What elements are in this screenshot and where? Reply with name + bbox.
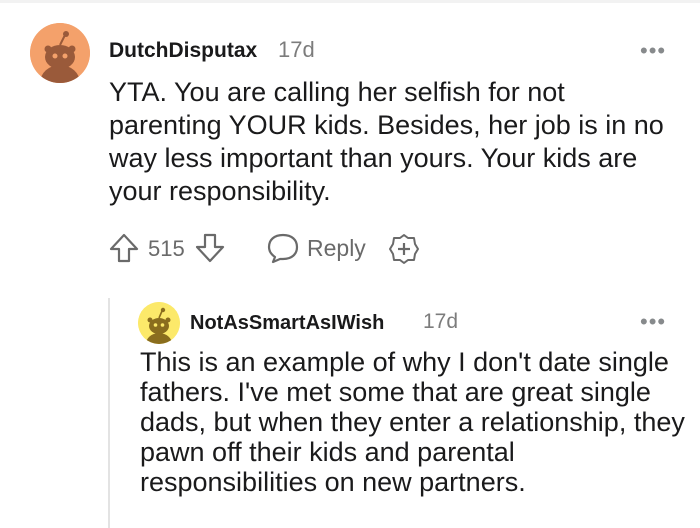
downvote-arrow-icon[interactable] bbox=[194, 232, 226, 264]
avatar[interactable] bbox=[30, 23, 90, 83]
timestamp: 17d bbox=[278, 37, 315, 62]
thread-line[interactable] bbox=[108, 298, 110, 528]
snoo-avatar-icon bbox=[138, 302, 180, 344]
comment-body: This is an example of why I don't date s… bbox=[140, 347, 685, 497]
award-plus-icon[interactable] bbox=[387, 232, 421, 266]
snoo-avatar-icon bbox=[30, 23, 90, 83]
reply-button[interactable]: Reply bbox=[307, 235, 366, 262]
comment-body: YTA. You are calling her selfish for not… bbox=[109, 77, 664, 206]
more-options-icon[interactable]: ••• bbox=[640, 309, 666, 335]
vote-count: 515 bbox=[148, 236, 185, 261]
speech-bubble-icon[interactable] bbox=[266, 232, 300, 264]
username[interactable]: NotAsSmartAsIWish bbox=[190, 312, 384, 335]
avatar[interactable] bbox=[138, 302, 180, 344]
timestamp: 17d bbox=[423, 310, 459, 333]
upvote-arrow-icon[interactable] bbox=[108, 232, 140, 264]
more-options-icon[interactable]: ••• bbox=[640, 38, 666, 64]
top-divider bbox=[0, 0, 700, 3]
username[interactable]: DutchDisputax bbox=[109, 39, 257, 63]
